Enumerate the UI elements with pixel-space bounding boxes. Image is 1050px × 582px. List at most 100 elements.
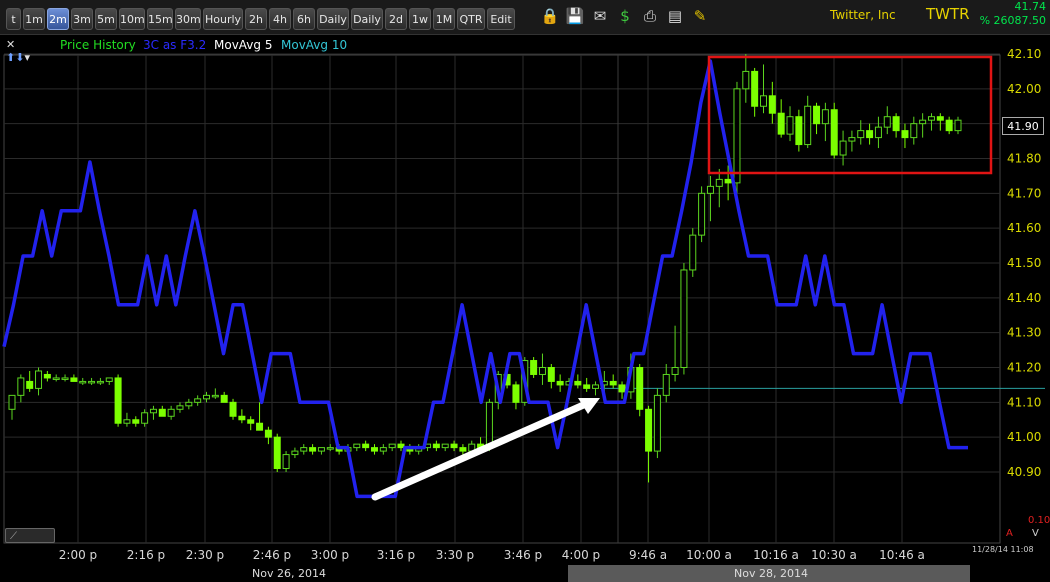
candle-body	[927, 116, 935, 121]
candle-body	[689, 234, 697, 271]
candle-body	[538, 367, 546, 375]
candle-body	[353, 443, 361, 449]
candle-body	[715, 178, 723, 187]
x-tick-label: 3:46 p	[504, 548, 542, 562]
y-tick-label: 40.90	[1007, 465, 1041, 479]
current-price-tag: 41.90	[1002, 117, 1044, 135]
candle-body	[158, 408, 166, 417]
y-tick-label: 41.00	[1007, 430, 1041, 444]
y-tick-label: 41.80	[1007, 152, 1041, 166]
candle-body	[273, 436, 281, 470]
candle-body	[724, 178, 732, 184]
candle-body	[768, 95, 776, 114]
timestamp: 11/28/14 11:08	[972, 545, 1034, 554]
candle-body	[264, 429, 272, 438]
candle-body	[17, 377, 25, 396]
candle-body	[848, 137, 856, 142]
candle-body	[247, 419, 255, 424]
candle-body	[857, 130, 865, 139]
y-tick-label: 42.10	[1007, 47, 1041, 61]
x-tick-label: 2:30 p	[186, 548, 224, 562]
candle-body	[88, 380, 96, 384]
x-tick-label: 4:00 p	[562, 548, 600, 562]
candle-body	[883, 116, 891, 128]
candle-body	[795, 116, 803, 146]
legend-controls[interactable]: ✕ ⬆⬇▾	[6, 38, 30, 64]
candle-body	[777, 112, 785, 135]
candle-body	[132, 419, 140, 424]
candle-body	[194, 398, 202, 403]
candle-body	[574, 380, 582, 386]
x-tick-label: 2:16 p	[127, 548, 165, 562]
candle-body	[141, 412, 149, 424]
candle-body	[317, 447, 325, 452]
candle-body	[185, 401, 193, 407]
legend-item-movavg-10[interactable]: MovAvg 10	[281, 38, 347, 52]
candle-body	[96, 380, 104, 384]
candle-body	[821, 109, 829, 125]
candle-body	[123, 419, 131, 424]
candle-body	[751, 70, 759, 107]
date-label-nov-28: Nov 28, 2014	[734, 567, 808, 580]
candle-body	[176, 405, 184, 410]
y-tick-label: 42.00	[1007, 82, 1041, 96]
candle-body	[583, 384, 591, 389]
candle-body	[742, 70, 750, 90]
candle-body	[698, 192, 706, 236]
legend-item-movavg-5[interactable]: MovAvg 5	[214, 38, 272, 52]
candle-body	[804, 105, 812, 146]
x-tick-label: 10:16 a	[753, 548, 799, 562]
candle-body	[866, 130, 874, 139]
candle-body	[8, 394, 16, 410]
candle-body	[645, 408, 653, 452]
candle-body	[556, 380, 564, 386]
candle-body	[114, 377, 122, 424]
candle-body	[786, 116, 794, 135]
corner-v-marker[interactable]: V	[1032, 528, 1039, 539]
candle-body	[830, 109, 838, 156]
candle-body	[35, 370, 43, 389]
candle-body	[379, 447, 387, 452]
chart-canvas: 42.10 42.00 41.90 41.80 41.70 41.60 41.50 41.40…	[2, 47, 1045, 562]
candle-body	[203, 394, 211, 400]
candle-body	[671, 367, 679, 375]
y-tick-label: 41.10	[1007, 395, 1041, 409]
legend-item-3c[interactable]: 3C as F3.2	[143, 38, 206, 52]
scroll-handle[interactable]: ⟋	[5, 528, 55, 543]
candle-body	[282, 454, 290, 470]
candle-body	[892, 116, 900, 132]
candle-body	[43, 373, 51, 379]
candle-body	[26, 380, 34, 389]
candle-body	[70, 377, 78, 382]
corner-a-marker[interactable]: A	[1006, 528, 1013, 539]
x-tick-label: 10:46 a	[879, 548, 925, 562]
candle-body	[291, 450, 299, 456]
candle-body	[149, 408, 157, 414]
candle-body	[759, 95, 767, 107]
candle-body	[530, 360, 538, 375]
y-tick-label: 41.70	[1007, 186, 1041, 200]
x-tick-label: 10:30 a	[811, 548, 857, 562]
candle-body	[167, 408, 175, 417]
candle-body	[300, 447, 308, 452]
x-tick-label: 2:00 p	[59, 548, 97, 562]
candle-body	[512, 384, 520, 403]
candle-body	[910, 123, 918, 139]
candle-body	[220, 394, 228, 403]
y-tick-label: 41.60	[1007, 221, 1041, 235]
candle-body	[874, 126, 882, 139]
candle-body	[238, 415, 246, 421]
candle-body	[459, 447, 467, 452]
x-tick-label: 2:46 p	[253, 548, 291, 562]
candle-body	[592, 384, 600, 389]
candle-body	[432, 443, 440, 449]
date-label-nov-26: Nov 26, 2014	[252, 567, 326, 580]
candle-body	[485, 401, 493, 449]
candle-body	[936, 116, 944, 121]
candle-body	[547, 367, 555, 382]
candle-body	[105, 377, 113, 382]
candle-body	[609, 380, 617, 386]
legend-item-price-history[interactable]: Price History	[60, 38, 136, 52]
y-tick-label: 41.20	[1007, 361, 1041, 375]
x-tick-label: 3:00 p	[311, 548, 349, 562]
